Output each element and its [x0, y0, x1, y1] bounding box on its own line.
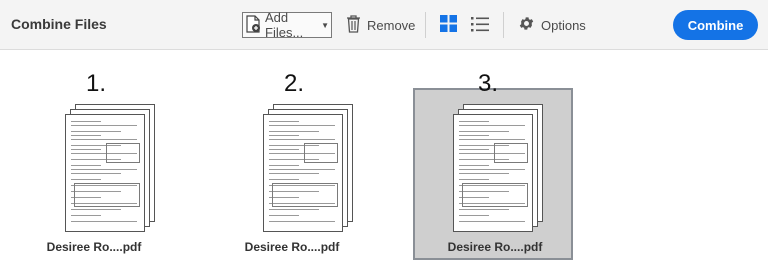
options-label: Options [541, 17, 586, 33]
file-order-number: 3. [477, 70, 498, 97]
toolbar-divider [425, 12, 426, 38]
file-tile[interactable]: Desiree Ro....pdf [14, 88, 174, 260]
file-tile[interactable]: Desiree Ro....pdf [212, 88, 372, 260]
gear-icon [518, 15, 535, 35]
pdf-thumbnail [65, 104, 155, 232]
page-title: Combine Files [11, 16, 107, 32]
add-files-dropdown[interactable]: Add Files... ▼ [242, 10, 332, 40]
document-page-preview [263, 114, 343, 232]
chevron-down-icon: ▼ [321, 20, 329, 30]
file-name: Desiree Ro....pdf [447, 240, 543, 254]
grid-view-button[interactable] [440, 12, 458, 38]
pdf-thumbnail [263, 104, 353, 232]
options-button[interactable]: Options [518, 12, 586, 38]
toolbar: Combine Files Add Files... ▼ Remove Opti… [0, 0, 768, 50]
add-files-label: Add Files... [265, 10, 304, 40]
document-plus-icon [245, 14, 261, 36]
list-view-button[interactable] [471, 12, 489, 38]
file-name: Desiree Ro....pdf [46, 240, 142, 254]
document-page-preview [453, 114, 533, 232]
remove-label: Remove [367, 17, 416, 33]
list-view-icon [471, 16, 489, 35]
file-name: Desiree Ro....pdf [244, 240, 340, 254]
document-page-preview [65, 114, 145, 232]
trash-icon [346, 14, 361, 36]
pdf-thumbnail [453, 104, 543, 232]
file-tile-selected[interactable]: Desiree Ro....pdf [413, 88, 573, 260]
toolbar-divider [503, 12, 504, 38]
combine-button[interactable]: Combine [673, 10, 758, 40]
grid-view-icon [440, 15, 457, 35]
remove-button[interactable]: Remove [346, 12, 415, 38]
